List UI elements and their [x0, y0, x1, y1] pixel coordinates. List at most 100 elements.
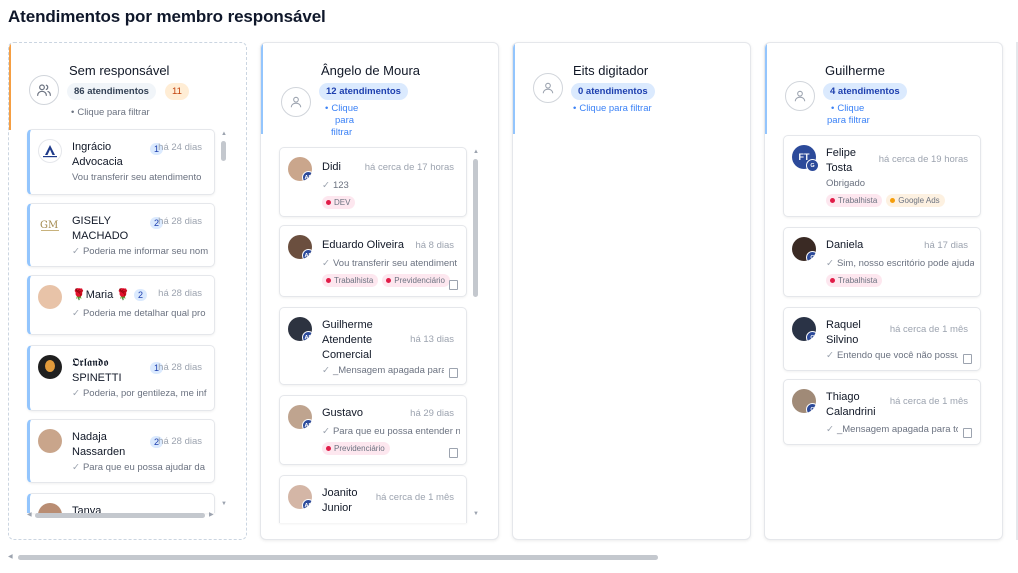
filter-link[interactable]: • Clique para filtrar: [325, 103, 365, 139]
company-logo-icon: [38, 139, 62, 163]
horizontal-scrollbar[interactable]: [35, 513, 205, 518]
conversation-card[interactable]: 𝕺𝖗𝖑𝖆𝖓𝖉𝖔 SPINETTI 1 há 28 dias ✓ Poderia, …: [27, 345, 215, 411]
tag-list: Trabalhista Previdenciário: [322, 274, 450, 287]
last-message: ✓ Sim, nosso escritório pode ajuda: [826, 258, 974, 269]
avatar: AD: [288, 235, 312, 259]
scroll-left-arrow[interactable]: ◀: [27, 511, 32, 518]
timestamp: há 28 dias: [158, 362, 202, 373]
agent-tag: AD: [302, 171, 312, 181]
agent-tag: AD: [302, 331, 312, 341]
agent-tag: G: [806, 403, 816, 413]
avatar: G: [792, 237, 816, 261]
last-message: ✓ Vou transferir seu atendiment: [322, 258, 458, 269]
scroll-up-arrow[interactable]: ▲: [473, 149, 479, 155]
tag-list: Trabalhista Google Ads: [826, 194, 945, 207]
conversation-card[interactable]: 🌹Maria 🌹 2 há 28 dias ✓ Poderia me detalh…: [27, 275, 215, 335]
conversation-card[interactable]: Nadaja Nassarden 2 há 28 dias ✓ Para que …: [27, 419, 215, 483]
tag-list: DEV: [322, 196, 356, 209]
avatar: AD: [288, 317, 312, 341]
scrollbar-thumb[interactable]: [18, 555, 658, 560]
last-message: ✓ _Mensagem apagada para: [322, 365, 444, 376]
conversation-card[interactable]: G Thiago Calandrini há cerca de 1 mês ✓ _…: [783, 379, 981, 445]
count-badge: 12 atendimentos: [319, 83, 408, 100]
contact-name: Gustavo: [322, 407, 363, 419]
timestamp: há 28 dias: [158, 216, 202, 227]
tag-list: Previdenciário: [322, 442, 390, 455]
count-badge: 4 atendimentos: [823, 83, 907, 100]
column-title: Sem responsável: [69, 63, 170, 78]
user-icon: [533, 73, 563, 103]
user-icon: [785, 81, 815, 111]
agent-tag: AD: [302, 249, 312, 259]
timestamp: há 8 dias: [415, 240, 454, 251]
filter-link[interactable]: • Clique para filtrar: [573, 103, 652, 115]
column-guilherme: Guilherme 4 atendimentos • Clique para fi…: [764, 42, 1003, 540]
agent-tag: AD: [302, 499, 312, 509]
scroll-up-arrow[interactable]: ▲: [221, 131, 227, 137]
last-message: Obrigado: [826, 178, 866, 189]
conversation-card[interactable]: FT G Felipe Tosta há cerca de 19 horas Ob…: [783, 135, 981, 217]
scroll-down-arrow[interactable]: ▼: [221, 501, 227, 507]
avatar: [38, 503, 62, 513]
conversation-card[interactable]: Ingrácio Advocacia 1 há 24 dias Vou tran…: [27, 129, 215, 195]
agent-tag: G: [806, 331, 816, 341]
scroll-down-arrow[interactable]: ▼: [473, 511, 479, 517]
avatar: [38, 285, 62, 309]
avatar: FT G: [792, 145, 819, 172]
last-message: ✓ _Mensagem apagada para to: [826, 424, 958, 435]
timestamp: há cerca de 1 mês: [375, 492, 454, 503]
contact-name: Eduardo Oliveira: [322, 239, 404, 251]
avatar: [38, 355, 62, 379]
page-scroll-left-arrow[interactable]: ◀: [8, 553, 13, 560]
vertical-scrollbar[interactable]: [473, 159, 478, 511]
scrollbar-thumb[interactable]: [473, 159, 478, 297]
contact-name: Daniela: [826, 239, 864, 251]
tag-pill: Previdenciário: [382, 274, 450, 287]
scrollbar-thumb[interactable]: [221, 141, 226, 161]
timestamp: há 29 dias: [410, 408, 454, 419]
timestamp: há 28 dias: [158, 436, 202, 447]
column-accent: [513, 43, 515, 134]
timestamp: há 13 dias: [410, 334, 454, 345]
avatar: G: [792, 317, 816, 341]
conversation-card[interactable]: G Daniela há 17 dias ✓ Sim, nosso escritó…: [783, 227, 981, 297]
tag-pill: Trabalhista: [826, 194, 883, 207]
contact-name: Guilherme Atendente Comercial: [322, 319, 373, 361]
contact-name: Didi: [322, 161, 341, 173]
unread-count: 2: [134, 289, 148, 301]
conversation-card[interactable]: AD Joanito Junior há cerca de 1 mês: [279, 475, 467, 523]
last-message: Vou transferir seu atendimento: [72, 172, 202, 183]
gm-logo-icon: GM: [38, 213, 62, 237]
agent-tag: AD: [302, 419, 312, 429]
contact-name: Joanito Junior: [322, 487, 358, 514]
page-horizontal-scrollbar[interactable]: [18, 555, 658, 560]
column-accent: [261, 43, 263, 134]
avatar: [38, 429, 62, 453]
avatar: AD: [288, 485, 312, 509]
contact-name: Nadaja Nassarden: [72, 431, 126, 458]
conversation-card[interactable]: AD Gustavo há 29 dias ✓ Para que eu possa…: [279, 395, 467, 465]
conversation-card[interactable]: AD Guilherme Atendente Comercial há 13 d…: [279, 307, 467, 385]
count-badge: 86 atendimentos: [67, 83, 156, 100]
conversation-card[interactable]: AD Eduardo Oliveira há 8 dias ✓ Vou trans…: [279, 225, 467, 297]
scrollbar-thumb[interactable]: [35, 513, 205, 518]
conversation-card[interactable]: G Raquel Silvino há cerca de 1 mês ✓ Ente…: [783, 307, 981, 371]
count-badge: 0 atendimentos: [571, 83, 655, 100]
filter-link[interactable]: • Clique para filtrar: [827, 103, 870, 127]
unread-badge: 11: [165, 83, 189, 100]
filter-link[interactable]: • Clique para filtrar: [71, 107, 150, 119]
document-icon: [963, 428, 972, 438]
contact-name: Raquel Silvino: [826, 319, 861, 346]
tag-pill: Trabalhista: [826, 274, 883, 287]
scroll-right-arrow[interactable]: ▶: [209, 511, 214, 518]
column-title: Ângelo de Moura: [321, 63, 421, 78]
last-message: ✓ Poderia, por gentileza, me inf: [72, 388, 207, 399]
tag-pill: Google Ads: [886, 194, 945, 207]
conversation-card[interactable]: GM GISELY MACHADO 2 há 28 dias ✓ Poderia …: [27, 203, 215, 267]
svg-text:GM: GM: [40, 220, 58, 231]
last-message: ✓ Poderia me detalhar qual pro: [72, 308, 206, 319]
timestamp: há 24 dias: [158, 142, 202, 153]
vertical-scrollbar[interactable]: [221, 141, 226, 501]
conversation-card[interactable]: AD Didi há cerca de 17 horas ✓ 123 DEV: [279, 147, 467, 217]
conversation-card[interactable]: Tanya: [27, 493, 215, 513]
